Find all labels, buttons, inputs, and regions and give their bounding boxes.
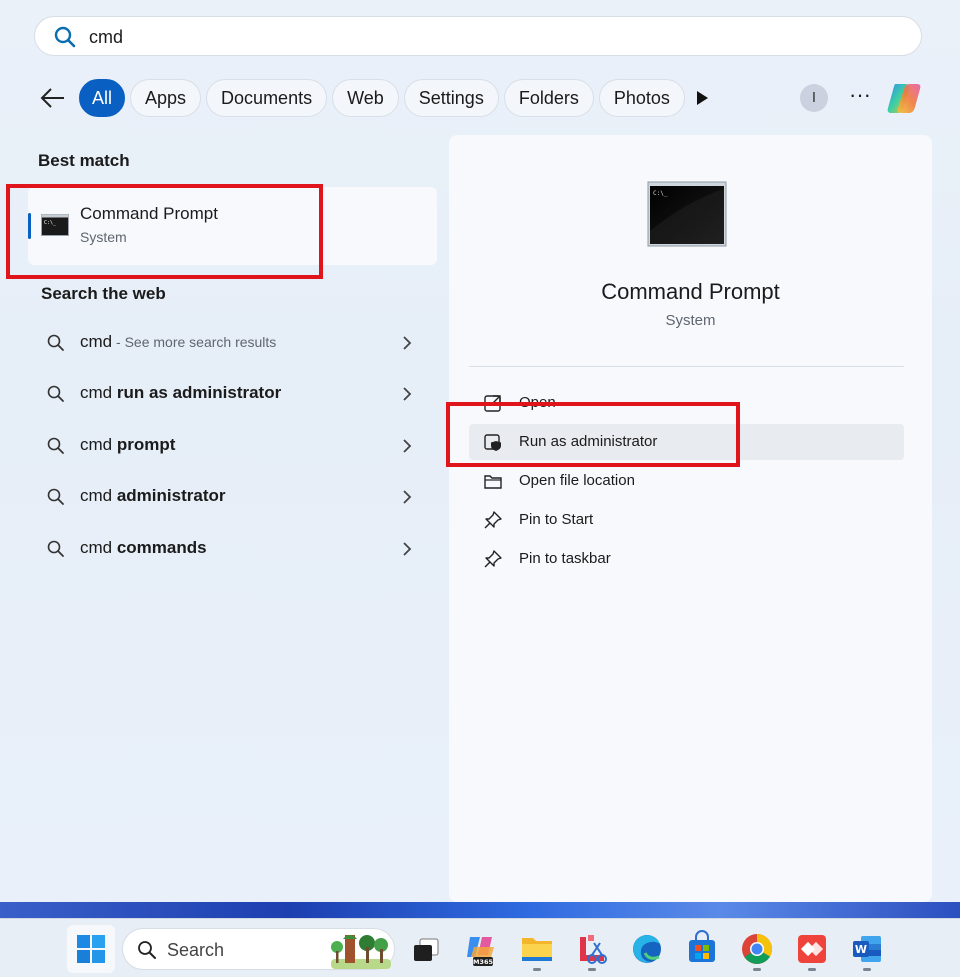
more-options-button[interactable]: ··· (846, 84, 874, 110)
divider (469, 366, 904, 367)
best-match-heading: Best match (38, 151, 130, 170)
filter-folders[interactable]: Folders (503, 79, 594, 117)
filter-photos[interactable]: Photos (598, 79, 685, 117)
task-view-icon (414, 938, 439, 961)
running-indicator (588, 968, 596, 971)
chrome-browser-icon (742, 934, 773, 964)
taskbar-anydesk[interactable] (790, 927, 834, 971)
taskbar-task-view[interactable] (405, 927, 449, 971)
taskbar-search[interactable]: Search (122, 928, 395, 970)
search-icon (47, 385, 64, 402)
running-indicator (533, 968, 541, 971)
running-indicator (808, 968, 816, 971)
search-input[interactable] (89, 23, 889, 51)
windows-logo-icon (77, 935, 105, 963)
filter-settings[interactable]: Settings (403, 79, 499, 117)
web-result-commands[interactable]: cmd commands (40, 529, 424, 569)
taskbar-m365-copilot[interactable]: M365 (460, 927, 504, 971)
taskbar-word[interactable]: W (845, 927, 889, 971)
back-arrow-icon[interactable] (38, 84, 68, 112)
search-icon (47, 488, 64, 505)
web-result-bold: commands (116, 538, 207, 557)
start-search-panel: All Apps Documents Web Settings Folders … (0, 0, 960, 902)
search-icon (54, 26, 76, 48)
action-pin-to-taskbar[interactable]: Pin to taskbar (469, 541, 904, 577)
taskbar-microsoft-store[interactable] (680, 927, 724, 971)
action-label: Open file location (519, 472, 635, 489)
filter-tabs: All Apps Documents Web Settings Folders … (79, 79, 685, 117)
word-icon: W (853, 936, 881, 962)
running-indicator (863, 968, 871, 971)
svg-text:C:\_: C:\_ (653, 190, 668, 197)
filter-web[interactable]: Web (332, 79, 399, 117)
result-detail-pane: C:\_ Command Prompt System Open Run as a… (449, 135, 932, 902)
command-prompt-large-icon: C:\_ (647, 181, 727, 247)
microsoft-365-copilot-icon: M365 (467, 937, 494, 966)
pin-icon (484, 550, 502, 568)
search-icon (138, 941, 156, 959)
chevron-right-icon (403, 387, 412, 401)
taskbar-search-label: Search (167, 940, 225, 960)
web-result-cmd[interactable]: cmd - See more search results (40, 323, 424, 363)
anydesk-icon (798, 935, 826, 963)
filter-apps[interactable]: Apps (130, 79, 202, 117)
web-result-bold: prompt (116, 435, 176, 454)
detail-subtitle: System (665, 312, 716, 329)
web-result-run-as-administrator[interactable]: cmd run as administrator (40, 374, 424, 414)
store-bag-icon (689, 930, 715, 962)
web-result-hint: - See more search results (112, 334, 277, 350)
folder-icon (522, 938, 552, 961)
play-more-icon[interactable] (692, 88, 712, 108)
chevron-right-icon (403, 490, 412, 504)
chevron-right-icon (403, 542, 412, 556)
search-icon (47, 437, 64, 454)
start-button[interactable] (67, 925, 115, 973)
highlight-best-match (6, 184, 323, 279)
web-result-administrator[interactable]: cmd administrator (40, 477, 424, 517)
taskbar-edge[interactable] (625, 927, 669, 971)
web-result-prefix: cmd (80, 538, 117, 557)
search-icon (47, 334, 64, 351)
action-pin-to-start[interactable]: Pin to Start (469, 502, 904, 538)
account-avatar[interactable]: I (800, 84, 828, 112)
search-web-heading: Search the web (41, 284, 166, 303)
detail-title: Command Prompt (601, 279, 780, 304)
chevron-right-icon (403, 439, 412, 453)
action-label: Pin to Start (519, 511, 594, 528)
web-result-prefix: cmd (80, 486, 117, 505)
taskbar-file-explorer[interactable] (515, 927, 559, 971)
search-box[interactable] (34, 16, 922, 56)
pin-icon (484, 511, 502, 529)
taskbar-snipping-tool[interactable] (570, 927, 614, 971)
running-indicator (753, 968, 761, 971)
web-result-bold: administrator (116, 486, 226, 505)
taskbar: Search M365 W (0, 918, 960, 977)
copilot-icon[interactable] (887, 80, 927, 116)
highlight-run-as-administrator (446, 402, 740, 467)
edge-browser-icon (633, 935, 661, 963)
filter-documents[interactable]: Documents (206, 79, 328, 117)
web-result-prompt[interactable]: cmd prompt (40, 426, 424, 466)
folder-icon (484, 475, 502, 489)
search-highlight-trees-icon (331, 935, 391, 969)
filter-all[interactable]: All (79, 79, 126, 117)
chevron-right-icon (403, 336, 412, 350)
taskbar-chrome[interactable] (735, 927, 779, 971)
search-icon (47, 540, 64, 557)
web-result-prefix: cmd (80, 435, 117, 454)
web-result-prefix: cmd (80, 332, 113, 351)
web-result-prefix: cmd (80, 383, 117, 402)
m365-label: M365 (473, 958, 494, 966)
action-label: Pin to taskbar (519, 550, 611, 567)
web-result-bold: run as administrator (116, 383, 282, 402)
action-open-file-location[interactable]: Open file location (469, 463, 904, 499)
svg-text:W: W (855, 943, 867, 956)
snipping-tool-icon (580, 935, 607, 964)
